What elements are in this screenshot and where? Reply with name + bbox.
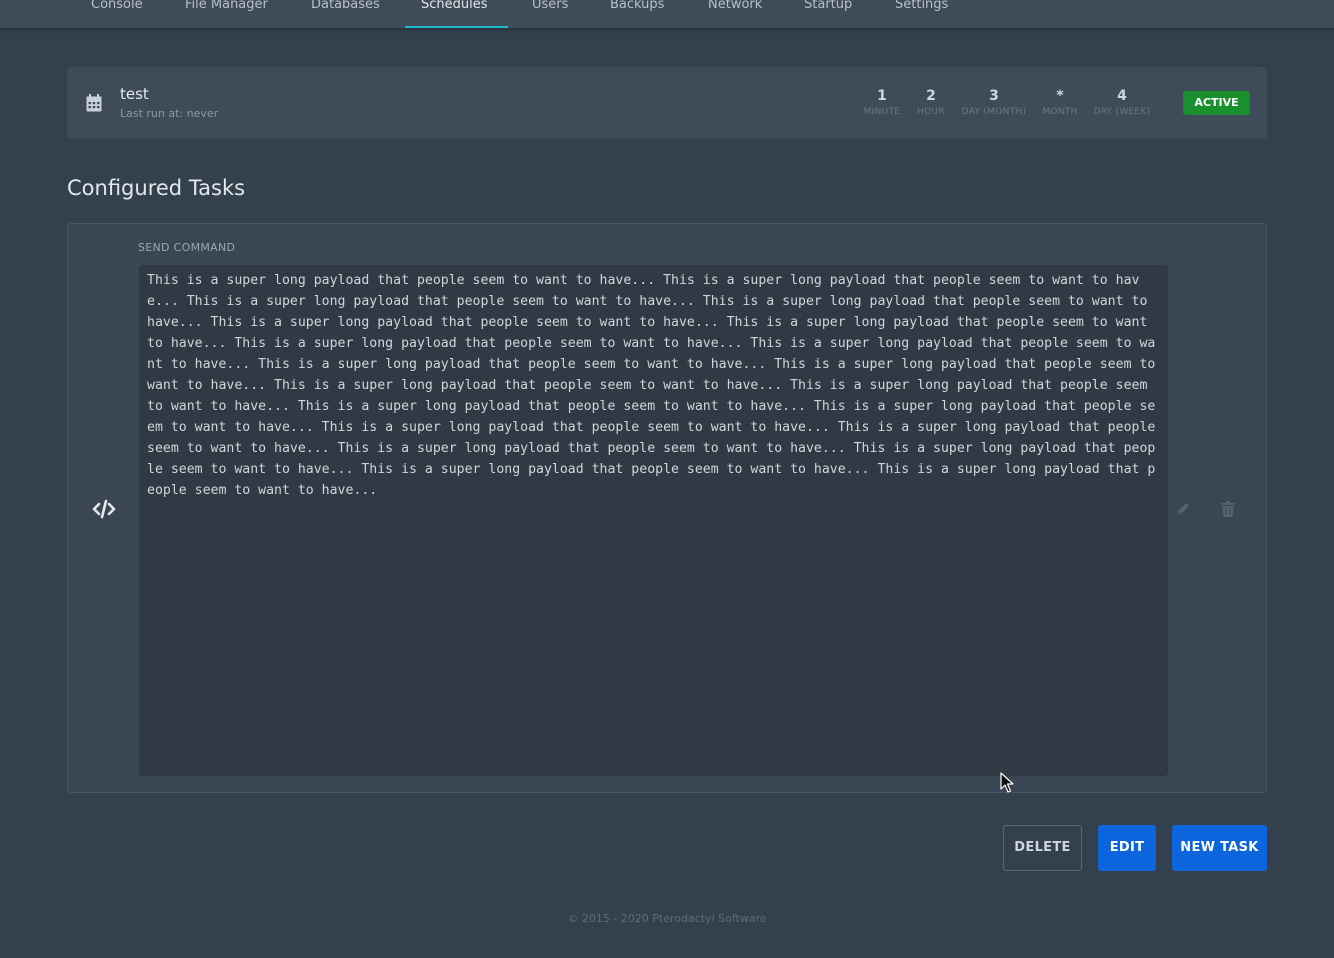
schedule-summary-card: test Last run at: never 1 MINUTE 2 HOUR … bbox=[67, 67, 1267, 139]
tab-schedules[interactable]: Schedules bbox=[405, 0, 508, 28]
tab-startup[interactable]: Startup bbox=[788, 0, 868, 28]
tab-console[interactable]: Console bbox=[75, 0, 159, 28]
cron-day-month-value: 3 bbox=[989, 88, 999, 104]
calendar-icon bbox=[86, 94, 102, 112]
footer-copyright: © 2015 - 2020 Pterodactyl Software bbox=[567, 912, 767, 925]
cron-day-week-value: 4 bbox=[1117, 88, 1127, 104]
tab-databases[interactable]: Databases bbox=[295, 0, 396, 28]
cron-day-month-label: DAY (MONTH) bbox=[961, 107, 1027, 117]
task-payload: This is a super long payload that people… bbox=[139, 265, 1168, 776]
tab-backups[interactable]: Backups bbox=[594, 0, 680, 28]
cron-day-week-label: DAY (WEEK) bbox=[1093, 107, 1151, 117]
task-action-label: SEND COMMAND bbox=[138, 241, 236, 254]
trash-icon[interactable] bbox=[1221, 501, 1235, 517]
cron-hour: 2 HOUR bbox=[912, 87, 950, 117]
cron-month: * MONTH bbox=[1038, 87, 1082, 117]
code-icon bbox=[92, 499, 116, 519]
cron-minute-value: 1 bbox=[877, 88, 887, 104]
cron-minute-label: MINUTE bbox=[863, 107, 901, 117]
section-title: Configured Tasks bbox=[67, 176, 246, 200]
tab-settings[interactable]: Settings bbox=[879, 0, 964, 28]
schedule-last-run: Last run at: never bbox=[120, 107, 219, 120]
task-card: SEND COMMAND This is a super long payloa… bbox=[67, 223, 1267, 793]
edit-schedule-button[interactable]: EDIT bbox=[1098, 825, 1156, 871]
delete-schedule-button[interactable]: DELETE bbox=[1003, 825, 1082, 871]
cron-month-label: MONTH bbox=[1042, 107, 1078, 117]
tab-file-manager[interactable]: File Manager bbox=[169, 0, 284, 28]
cron-day-month: 3 DAY (MONTH) bbox=[957, 87, 1031, 117]
server-subnav: Console File Manager Databases Schedules… bbox=[0, 0, 1334, 28]
cron-month-value: * bbox=[1056, 88, 1064, 104]
schedule-name: test bbox=[120, 85, 149, 103]
mouse-cursor-icon bbox=[1000, 772, 1014, 793]
cron-hour-label: HOUR bbox=[917, 107, 945, 117]
tab-network[interactable]: Network bbox=[692, 0, 778, 28]
cron-hour-value: 2 bbox=[926, 88, 936, 104]
status-badge: ACTIVE bbox=[1183, 91, 1250, 115]
cron-minute: 1 MINUTE bbox=[858, 87, 906, 117]
pencil-icon[interactable] bbox=[1175, 501, 1191, 517]
tab-users[interactable]: Users bbox=[516, 0, 584, 28]
new-task-button[interactable]: NEW TASK bbox=[1172, 825, 1267, 871]
cron-day-week: 4 DAY (WEEK) bbox=[1091, 87, 1153, 117]
